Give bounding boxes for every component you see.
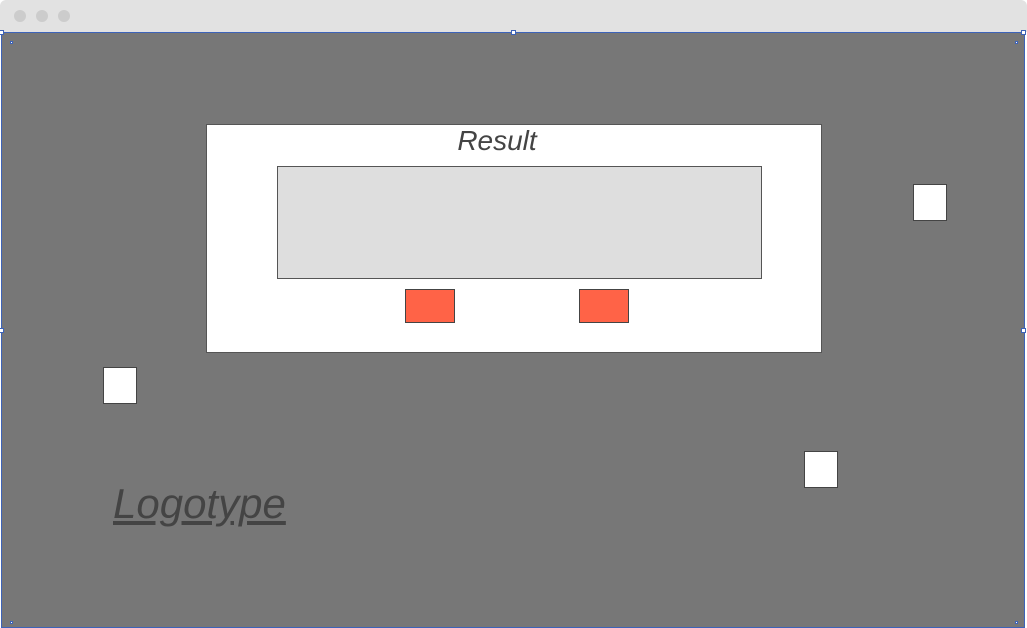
minimize-window-icon[interactable]	[36, 10, 48, 22]
title-bar	[0, 0, 1027, 32]
resize-handle-right[interactable]	[1021, 328, 1026, 333]
anchor-dot-top-right	[1015, 41, 1018, 44]
resize-handle-left[interactable]	[0, 328, 4, 333]
close-window-icon[interactable]	[14, 10, 26, 22]
result-action-button-right[interactable]	[579, 289, 629, 323]
resize-handle-top-right[interactable]	[1021, 30, 1026, 35]
resize-handle-top-left[interactable]	[0, 30, 4, 35]
placeholder-square-bottom-right	[804, 451, 838, 488]
placeholder-square-top-right	[913, 184, 947, 221]
anchor-dot-top-left	[10, 41, 13, 44]
maximize-window-icon[interactable]	[58, 10, 70, 22]
resize-handle-top[interactable]	[511, 30, 516, 35]
placeholder-square-left	[103, 367, 137, 404]
app-window: Result Logotype	[0, 0, 1027, 628]
design-canvas[interactable]: Result Logotype	[0, 30, 1026, 628]
anchor-dot-bottom-left	[10, 621, 13, 624]
result-title: Result	[457, 125, 537, 156]
anchor-dot-bottom-right	[1015, 621, 1018, 624]
result-action-button-left[interactable]	[405, 289, 455, 323]
logotype-link[interactable]: Logotype	[113, 480, 286, 528]
result-display-box	[277, 166, 762, 279]
result-panel: Result	[206, 124, 822, 353]
